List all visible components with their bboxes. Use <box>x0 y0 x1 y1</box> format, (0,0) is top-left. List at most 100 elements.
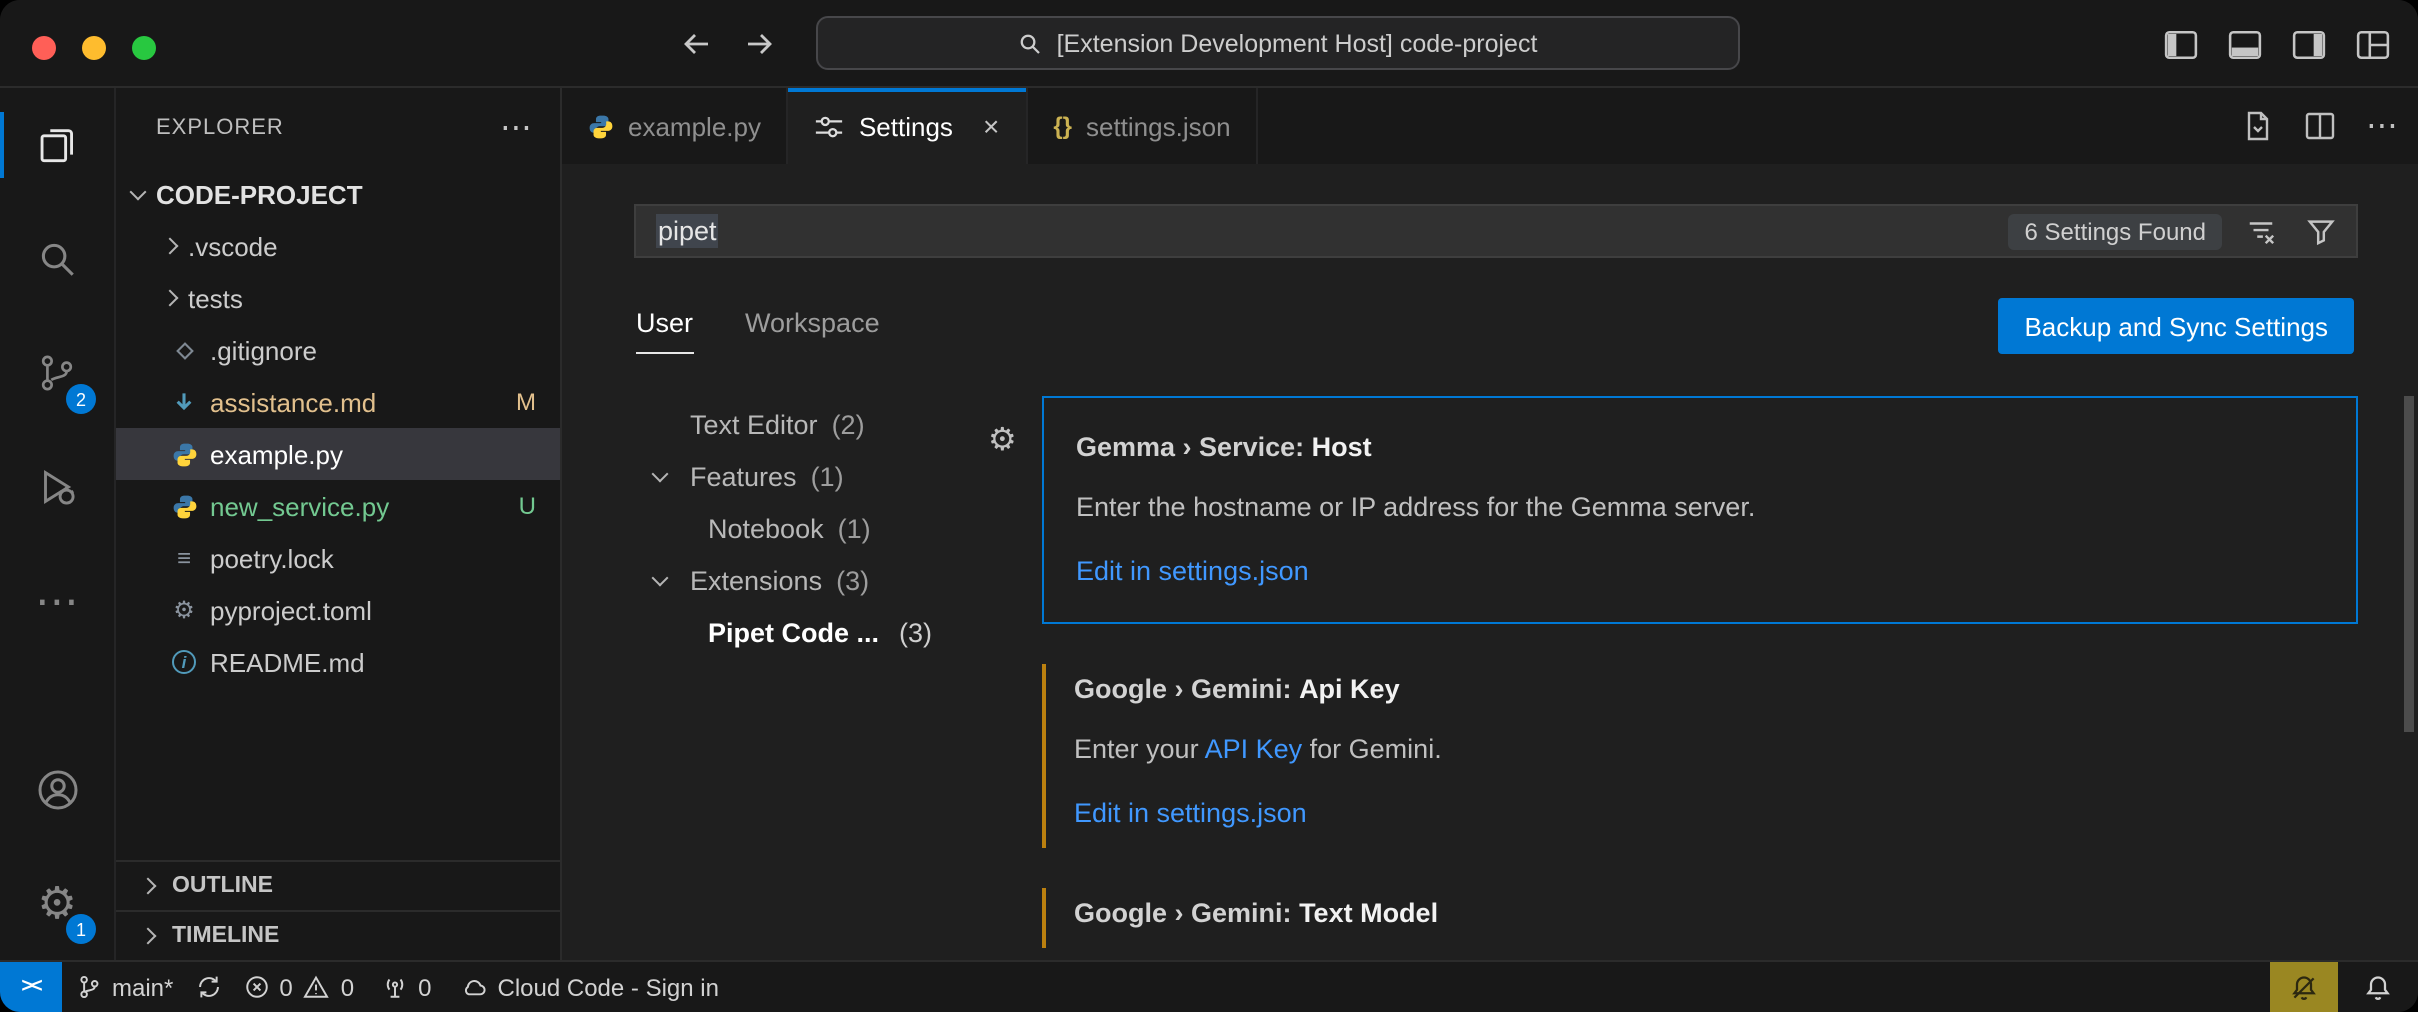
close-window-button[interactable] <box>32 36 56 60</box>
ports-item[interactable]: 0 <box>368 962 445 1012</box>
settings-scrollbar[interactable] <box>2404 396 2414 732</box>
backup-sync-settings-button[interactable]: Backup and Sync Settings <box>1998 298 2354 354</box>
navigate-back-icon[interactable] <box>680 28 712 60</box>
search-icon <box>34 236 80 282</box>
setting-google-gemini-text-model[interactable]: Google › Gemini: Text Model <box>1042 876 2358 960</box>
chevron-down-icon <box>130 183 147 200</box>
scope-tab-user[interactable]: User <box>636 308 693 354</box>
bell-icon <box>2364 973 2392 1001</box>
outline-section-header[interactable]: OUTLINE <box>116 860 560 910</box>
toc-notebook[interactable]: Notebook (1) <box>562 502 1042 554</box>
sync-changes-item[interactable] <box>187 962 229 1012</box>
folder-label: tests <box>188 283 243 313</box>
explorer-more-actions-icon[interactable]: ⋯ <box>500 108 532 148</box>
setting-description: Enter your API Key for Gemini. <box>1074 732 2326 768</box>
filter-settings-icon[interactable] <box>2298 216 2342 246</box>
tab-settings[interactable]: Settings × <box>789 88 1027 164</box>
git-modified-badge: M <box>516 388 536 416</box>
file-row-poetry-lock[interactable]: ≡ poetry.lock <box>116 532 560 584</box>
settings-editor: pipet 6 Settings Found User Workspace Ba… <box>562 164 2418 960</box>
toggle-secondary-sidebar-icon[interactable] <box>2292 29 2326 59</box>
activity-bar: 2 ⋯ ⚙ 1 <box>0 88 116 960</box>
folder-row-vscode[interactable]: .vscode <box>116 220 560 272</box>
timeline-label: TIMELINE <box>172 924 279 948</box>
file-row-readme-md[interactable]: i README.md <box>116 636 560 688</box>
file-label: assistance.md <box>210 387 376 417</box>
navigate-forward-icon[interactable] <box>744 28 776 60</box>
warning-count: 0 <box>341 973 354 1001</box>
python-file-icon <box>170 493 198 519</box>
clear-search-filters-icon[interactable] <box>2238 216 2282 246</box>
bell-slash-icon <box>2290 973 2318 1001</box>
editor-more-actions-icon[interactable]: ⋯ <box>2366 106 2398 146</box>
minimize-window-button[interactable] <box>82 36 106 60</box>
api-key-link[interactable]: API Key <box>1205 734 1303 764</box>
setting-category: Gemma › Service: <box>1076 432 1304 462</box>
split-editor-icon[interactable] <box>2304 110 2336 142</box>
settings-search-value: pipet <box>656 214 719 248</box>
editor-area: example.py Settings × {} settings.json <box>562 88 2418 960</box>
file-row-gitignore[interactable]: .gitignore <box>116 324 560 376</box>
ellipsis-icon: ⋯ <box>35 579 79 623</box>
tab-label: Settings <box>859 111 953 141</box>
remote-indicator[interactable]: >< <box>0 962 62 1012</box>
file-row-example-py[interactable]: example.py <box>116 428 560 480</box>
file-label: pyproject.toml <box>210 595 372 625</box>
setting-actions-gear-icon[interactable]: ⚙ <box>988 426 1017 458</box>
gitignore-file-icon <box>170 339 198 361</box>
timeline-section-header[interactable]: TIMELINE <box>116 910 560 960</box>
problems-item[interactable]: 0 0 <box>229 962 368 1012</box>
accounts-button[interactable] <box>0 732 114 846</box>
git-branch-item[interactable]: main* <box>62 962 187 1012</box>
edit-in-settings-json-link[interactable]: Edit in settings.json <box>1074 796 2326 832</box>
cloud-icon <box>460 974 488 1000</box>
tab-label: example.py <box>628 111 761 141</box>
do-not-disturb-item[interactable] <box>2270 962 2338 1012</box>
folder-row-tests[interactable]: tests <box>116 272 560 324</box>
outline-label: OUTLINE <box>172 874 273 898</box>
search-icon <box>1019 31 1043 55</box>
maximize-window-button[interactable] <box>132 36 156 60</box>
cloud-code-item[interactable]: Cloud Code - Sign in <box>446 962 733 1012</box>
tab-settings-json[interactable]: {} settings.json <box>1027 88 1258 164</box>
sync-icon <box>195 974 221 1000</box>
activity-source-control-button[interactable]: 2 <box>0 316 114 430</box>
toc-features[interactable]: Features (1) <box>562 450 1042 502</box>
file-label: poetry.lock <box>210 543 334 573</box>
toc-pipet-code[interactable]: Pipet Code ... (3) <box>562 606 1042 658</box>
close-tab-icon[interactable]: × <box>983 110 999 142</box>
setting-google-gemini-api-key[interactable]: Google › Gemini: Api Key Enter your API … <box>1042 652 2358 876</box>
settings-list: ⚙ Gemma › Service: Host Enter the hostna… <box>1042 396 2358 960</box>
chevron-right-icon <box>162 290 179 307</box>
activity-more-views-button[interactable]: ⋯ <box>0 544 114 658</box>
setting-gemma-service-host[interactable]: Gemma › Service: Host Enter the hostname… <box>1042 396 2358 624</box>
toc-text-editor[interactable]: Text Editor (2) <box>562 398 1042 450</box>
command-center-title: [Extension Development Host] code-projec… <box>1057 29 1538 57</box>
toc-extensions[interactable]: Extensions (3) <box>562 554 1042 606</box>
settings-search-input[interactable]: pipet 6 Settings Found <box>634 204 2358 258</box>
activity-run-debug-button[interactable] <box>0 430 114 544</box>
toggle-panel-icon[interactable] <box>2228 29 2262 59</box>
radio-tower-icon <box>382 974 408 1000</box>
command-center[interactable]: [Extension Development Host] code-projec… <box>816 16 1740 70</box>
files-icon <box>34 122 80 168</box>
explorer-root-folder[interactable]: CODE-PROJECT <box>116 168 560 220</box>
file-row-assistance-md[interactable]: assistance.md M <box>116 376 560 428</box>
tab-example-py[interactable]: example.py <box>562 88 789 164</box>
customize-layout-icon[interactable] <box>2356 29 2390 59</box>
open-settings-json-icon[interactable] <box>2242 110 2274 142</box>
activity-explorer-button[interactable] <box>0 88 114 202</box>
toggle-primary-sidebar-icon[interactable] <box>2164 29 2198 59</box>
tab-bar: example.py Settings × {} settings.json <box>562 88 2418 164</box>
activity-search-button[interactable] <box>0 202 114 316</box>
scope-tab-workspace[interactable]: Workspace <box>745 308 880 354</box>
file-row-pyproject-toml[interactable]: ⚙ pyproject.toml <box>116 584 560 636</box>
file-row-new-service-py[interactable]: new_service.py U <box>116 480 560 532</box>
account-icon <box>33 765 81 813</box>
manage-settings-button[interactable]: ⚙ 1 <box>0 846 114 960</box>
vscode-window: [Extension Development Host] code-projec… <box>0 0 2418 1012</box>
edit-in-settings-json-link[interactable]: Edit in settings.json <box>1076 554 2324 590</box>
notifications-item[interactable] <box>2338 962 2418 1012</box>
toml-file-icon: ⚙ <box>170 596 198 624</box>
setting-name: Api Key <box>1299 674 1400 704</box>
